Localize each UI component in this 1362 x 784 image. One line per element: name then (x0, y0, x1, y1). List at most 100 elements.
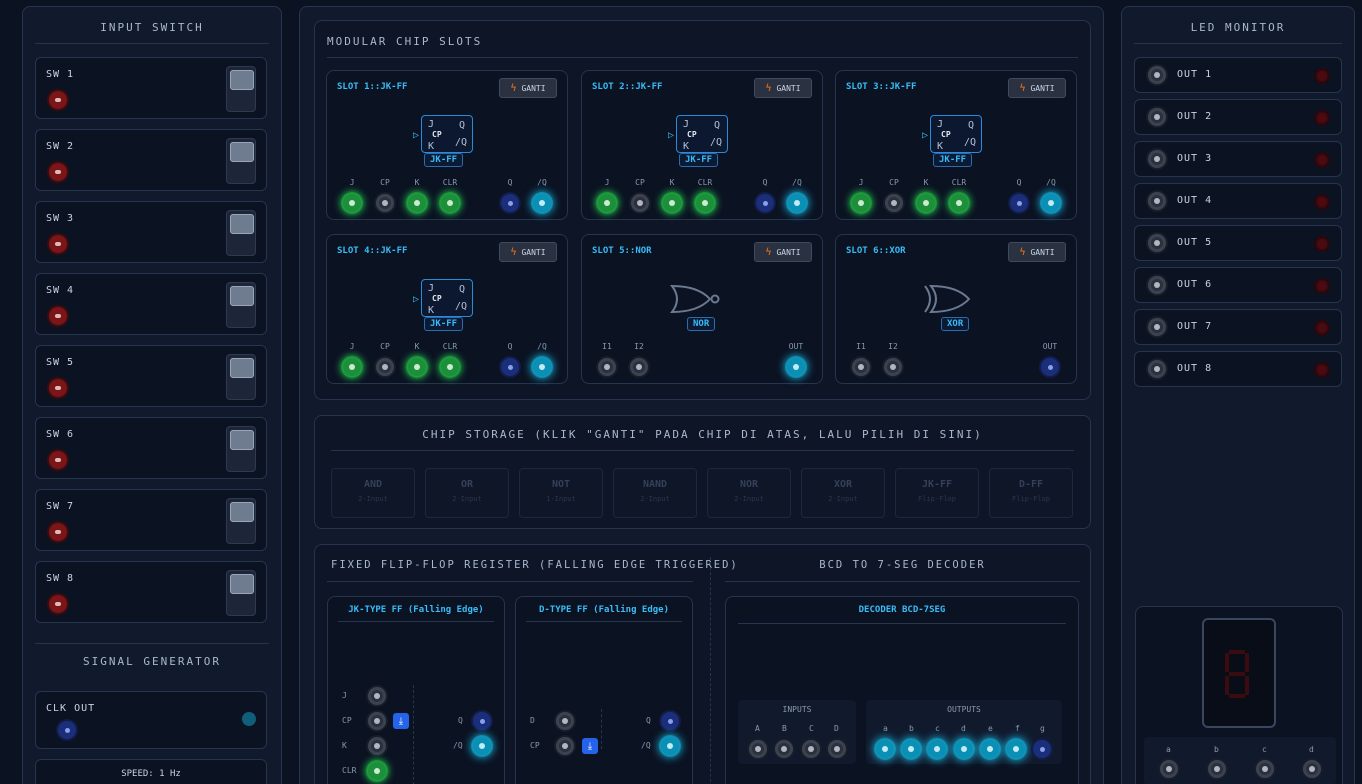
d-ff-q-jack[interactable] (661, 712, 679, 730)
slot-pin-out[interactable] (1041, 358, 1059, 376)
storage-chip-not[interactable]: NOT 1-Input (519, 468, 603, 518)
display-pin-b-jack[interactable] (1208, 760, 1226, 778)
switch-output-jack[interactable] (49, 235, 67, 253)
ganti-button[interactable]: ϟ GANTI (1008, 78, 1066, 98)
slot-pin-cp[interactable] (376, 194, 394, 212)
storage-chip-and[interactable]: AND 2-Input (331, 468, 415, 518)
jk-ff-q-jack[interactable] (473, 712, 491, 730)
slot-pin-j[interactable] (598, 194, 616, 212)
switch-output-jack[interactable] (49, 523, 67, 541)
falling-edge-icon[interactable]: ⤓ (393, 713, 409, 729)
slot-pin-k[interactable] (917, 194, 935, 212)
decoder-output-f-jack[interactable] (1007, 740, 1025, 758)
slot-pin-nq[interactable] (533, 194, 551, 212)
jk-ff-clr-jack[interactable] (368, 762, 386, 780)
slot-pin-nq[interactable] (533, 358, 551, 376)
jk-ff-nq-jack[interactable] (473, 737, 491, 755)
decoder-output-c-jack[interactable] (928, 740, 946, 758)
toggle-switch[interactable] (226, 282, 256, 328)
slot-pin-q[interactable] (501, 194, 519, 212)
led-indicator (1315, 111, 1329, 125)
slot-pin-clr[interactable] (696, 194, 714, 212)
toggle-switch[interactable] (226, 354, 256, 400)
slot-pin-cp[interactable] (631, 194, 649, 212)
switch-output-jack[interactable] (49, 163, 67, 181)
switch-output-jack[interactable] (49, 307, 67, 325)
storage-chip-nor[interactable]: NOR 2-Input (707, 468, 791, 518)
ganti-button[interactable]: ϟ GANTI (754, 242, 812, 262)
led-input-jack[interactable] (1148, 192, 1166, 210)
d-ff-cp-jack[interactable] (556, 737, 574, 755)
ganti-button[interactable]: ϟ GANTI (499, 78, 557, 98)
speed-control[interactable]: SPEED: 1 Hz (35, 759, 267, 784)
switch-output-jack[interactable] (49, 379, 67, 397)
slot-pin-i1[interactable] (852, 358, 870, 376)
decoder-input-c-jack[interactable] (802, 740, 820, 758)
slot-pin-nq[interactable] (788, 194, 806, 212)
led-input-jack[interactable] (1148, 360, 1166, 378)
slot-pin-i1[interactable] (598, 358, 616, 376)
slot-pin-k[interactable] (408, 194, 426, 212)
storage-chip-jk-ff[interactable]: JK-FF Flip-Flop (895, 468, 979, 518)
decoder-output-g-jack[interactable] (1033, 740, 1051, 758)
led-input-jack[interactable] (1148, 108, 1166, 126)
slot-pin-cp[interactable] (885, 194, 903, 212)
storage-chip-nand[interactable]: NAND 2-Input (613, 468, 697, 518)
clk-out-jack[interactable] (58, 721, 76, 739)
slot-pin-k[interactable] (663, 194, 681, 212)
decoder-input-b-jack[interactable] (775, 740, 793, 758)
jk-ff-j-jack[interactable] (368, 687, 386, 705)
slot-pin-j[interactable] (852, 194, 870, 212)
slot-pin-clr[interactable] (441, 194, 459, 212)
decoder-output-b-jack[interactable] (902, 740, 920, 758)
display-pin-d-jack[interactable] (1303, 760, 1321, 778)
slot-pin-i2[interactable] (630, 358, 648, 376)
storage-chip-xor[interactable]: XOR 2-Input (801, 468, 885, 518)
decoder-output-d-jack[interactable] (955, 740, 973, 758)
ganti-button[interactable]: ϟ GANTI (1008, 242, 1066, 262)
slot-pin-j[interactable] (343, 358, 361, 376)
decoder-output-e-jack[interactable] (981, 740, 999, 758)
display-pin-a-jack[interactable] (1160, 760, 1178, 778)
jk-ff-k-jack[interactable] (368, 737, 386, 755)
storage-chip-d-ff[interactable]: D-FF Flip-Flop (989, 468, 1073, 518)
toggle-switch[interactable] (226, 66, 256, 112)
d-ff-nq-jack[interactable] (661, 737, 679, 755)
display-pin-c-jack[interactable] (1256, 760, 1274, 778)
switch-output-jack[interactable] (49, 595, 67, 613)
toggle-switch[interactable] (226, 426, 256, 472)
slot-pin-k[interactable] (408, 358, 426, 376)
toggle-switch[interactable] (226, 210, 256, 256)
slot-pin-q[interactable] (1010, 194, 1028, 212)
slot-pin-clr[interactable] (950, 194, 968, 212)
slot-pin-out[interactable] (787, 358, 805, 376)
switch-output-jack[interactable] (49, 451, 67, 469)
led-input-jack[interactable] (1148, 66, 1166, 84)
fixed-ff-title: FIXED FLIP-FLOP REGISTER (FALLING EDGE T… (331, 559, 739, 571)
storage-chip-or[interactable]: OR 2-Input (425, 468, 509, 518)
decoder-input-a-jack[interactable] (749, 740, 767, 758)
slot-pin-j[interactable] (343, 194, 361, 212)
slot-pin-i2[interactable] (884, 358, 902, 376)
toggle-switch[interactable] (226, 138, 256, 184)
decoder-input-d-jack[interactable] (828, 740, 846, 758)
slot-pin-clr[interactable] (441, 358, 459, 376)
ganti-button[interactable]: ϟ GANTI (499, 242, 557, 262)
led-input-jack[interactable] (1148, 318, 1166, 336)
switch-output-jack[interactable] (49, 91, 67, 109)
slot-pin-q[interactable] (756, 194, 774, 212)
slot-pin-q[interactable] (501, 358, 519, 376)
ganti-button[interactable]: ϟ GANTI (754, 78, 812, 98)
led-input-jack[interactable] (1148, 150, 1166, 168)
decoder-output-a-jack[interactable] (876, 740, 894, 758)
jk-ff-cp-jack[interactable] (368, 712, 386, 730)
falling-edge-icon[interactable]: ⤓ (582, 738, 598, 754)
led-input-jack[interactable] (1148, 234, 1166, 252)
d-ff-d-jack[interactable] (556, 712, 574, 730)
toggle-switch[interactable] (226, 498, 256, 544)
slot-pin-nq[interactable] (1042, 194, 1060, 212)
slot-pin-cp[interactable] (376, 358, 394, 376)
toggle-switch[interactable] (226, 570, 256, 616)
led-input-jack[interactable] (1148, 276, 1166, 294)
ganti-label: GANTI (521, 83, 546, 93)
